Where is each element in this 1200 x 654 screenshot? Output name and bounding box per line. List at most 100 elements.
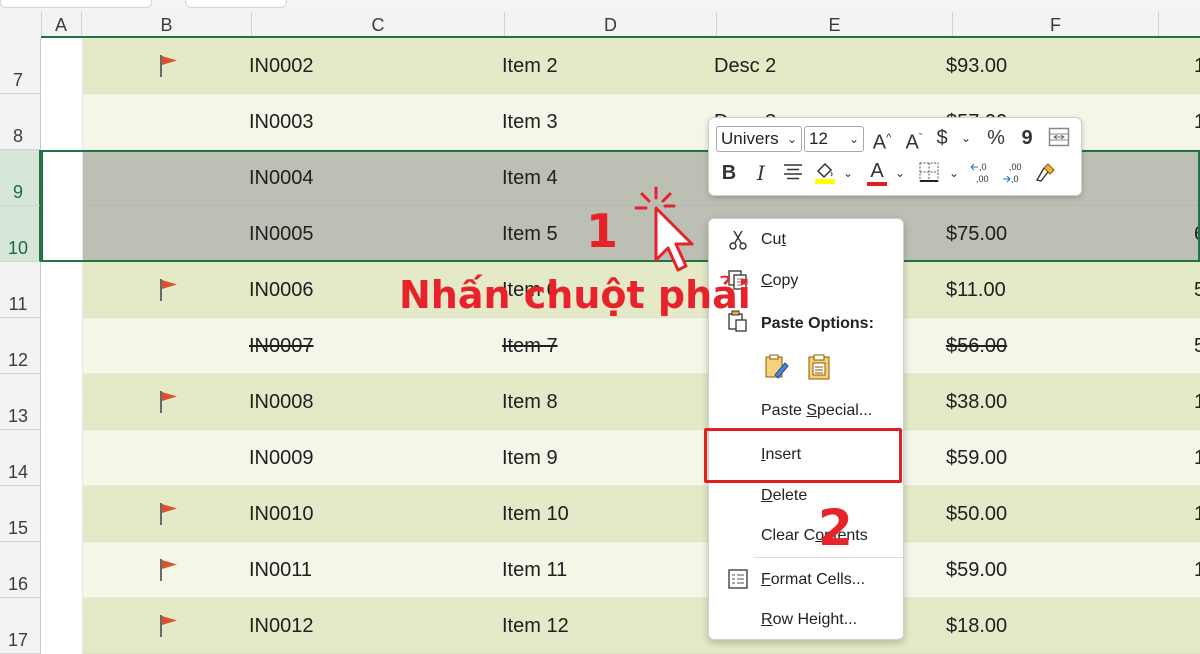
cell-column-g[interactable]: 5 <box>1194 262 1200 318</box>
cell-column-a[interactable] <box>41 542 83 598</box>
cell-column-a[interactable] <box>41 262 83 318</box>
cell-column-a[interactable] <box>41 318 83 374</box>
cell-column-g[interactable]: 1 <box>1194 542 1200 598</box>
cell-id[interactable]: IN0010 <box>249 486 314 542</box>
cell-price[interactable]: $18.00 <box>946 598 1007 654</box>
cell-column-g[interactable]: 1 <box>1194 430 1200 486</box>
menu-item-paste-special[interactable]: Paste Special... <box>761 402 872 420</box>
cell-column-g[interactable]: 1 <box>1194 38 1200 94</box>
table-row[interactable]: IN0002 Item 2 Desc 2 $93.00 1 <box>41 38 1200 94</box>
paste-formatting-icon[interactable] <box>763 353 791 381</box>
row-header[interactable]: 11 <box>0 262 41 318</box>
cell-id[interactable]: IN0002 <box>249 38 314 94</box>
cell-column-g[interactable]: 5 <box>1194 318 1200 374</box>
chevron-down-icon[interactable]: ⌄ <box>959 125 973 151</box>
row-header[interactable]: 7 <box>0 38 41 94</box>
cell-column-a[interactable] <box>41 430 83 486</box>
cell-item[interactable]: Item 9 <box>502 430 558 486</box>
table-row[interactable]: IN0009 Item 9 $59.00 1 <box>41 430 1200 486</box>
chevron-down-icon[interactable]: ⌄ <box>841 160 855 186</box>
fill-color-button[interactable] <box>813 159 837 192</box>
column-header-d[interactable]: D <box>505 12 717 38</box>
column-header-c[interactable]: C <box>252 12 505 38</box>
paste-values-icon[interactable] <box>805 353 833 381</box>
table-row[interactable]: IN0008 Item 8 $38.00 1 <box>41 374 1200 430</box>
cell-item[interactable]: Item 4 <box>502 150 558 206</box>
cell-column-g[interactable]: 1 <box>1194 94 1200 150</box>
cell-column-a[interactable] <box>41 94 83 150</box>
cell-id[interactable]: IN0008 <box>249 374 314 430</box>
cell-price[interactable]: $59.00 <box>946 542 1007 598</box>
grow-font-button[interactable]: A^ <box>870 125 894 156</box>
chevron-down-icon[interactable]: ⌄ <box>893 160 907 186</box>
row-header[interactable]: 8 <box>0 94 41 150</box>
cell-price[interactable]: $56.00 <box>946 318 1007 374</box>
row-header[interactable]: 17 <box>0 598 41 654</box>
sheet-tab-stub[interactable] <box>185 0 287 8</box>
percent-style-button[interactable]: % <box>983 125 1009 151</box>
bold-button[interactable]: B <box>719 160 739 186</box>
menu-item-copy[interactable]: Copy <box>761 272 798 290</box>
row-header[interactable]: 16 <box>0 542 41 598</box>
cell-price[interactable]: $59.00 <box>946 430 1007 486</box>
row-header[interactable]: 12 <box>0 318 41 374</box>
row-header[interactable]: 9 <box>0 150 41 206</box>
table-row[interactable]: IN0011 Item 11 $59.00 1 <box>41 542 1200 598</box>
cell-id[interactable]: IN0009 <box>249 430 314 486</box>
table-row[interactable]: IN0012 Item 12 $18.00 <box>41 598 1200 654</box>
cell-item[interactable]: Item 8 <box>502 374 558 430</box>
font-size-dropdown[interactable]: 12 ⌄ <box>804 126 864 152</box>
row-header[interactable]: 13 <box>0 374 41 430</box>
table-row[interactable]: IN0007 Item 7 $56.00 5 <box>41 318 1200 374</box>
italic-button[interactable]: I <box>751 160 771 186</box>
shrink-font-button[interactable]: Aˇ <box>902 125 926 156</box>
column-header-a[interactable]: A <box>41 12 82 38</box>
cell-price[interactable]: $93.00 <box>946 38 1007 94</box>
cell-id[interactable]: IN0005 <box>249 206 314 262</box>
cell-column-a[interactable] <box>41 38 83 94</box>
cell-id[interactable]: IN0007 <box>249 318 314 374</box>
decrease-decimal-button[interactable]: ,00,0 <box>1001 161 1029 192</box>
cell-item[interactable]: Item 7 <box>502 318 558 374</box>
cell-column-a[interactable] <box>41 598 83 654</box>
column-header-e[interactable]: E <box>717 12 953 38</box>
cell-item[interactable]: Item 12 <box>502 598 569 654</box>
menu-item-delete[interactable]: Delete <box>761 487 807 505</box>
row-header[interactable]: 14 <box>0 430 41 486</box>
row-header[interactable]: 15 <box>0 486 41 542</box>
cell-price[interactable]: $38.00 <box>946 374 1007 430</box>
increase-decimal-button[interactable]: ,0,00 <box>969 161 997 192</box>
format-painter-button[interactable] <box>1033 160 1059 191</box>
table-row[interactable]: IN0010 Item 10 $50.00 1 <box>41 486 1200 542</box>
cell-item[interactable]: Item 10 <box>502 486 569 542</box>
cell-column-g[interactable]: 1 <box>1194 374 1200 430</box>
cell-price[interactable]: $50.00 <box>946 486 1007 542</box>
comma-style-button[interactable]: 9 <box>1017 125 1037 151</box>
table-row[interactable]: IN0005 Item 5 $75.00 6 <box>41 206 1200 262</box>
center-align-button[interactable] <box>781 161 805 190</box>
font-name-dropdown[interactable]: Univers ⌄ <box>716 126 802 152</box>
cell-column-g[interactable]: 1 <box>1194 486 1200 542</box>
borders-button[interactable] <box>917 161 941 190</box>
menu-item-format-cells[interactable]: Format Cells... <box>761 571 865 589</box>
cell-price[interactable]: $11.00 <box>946 262 1006 318</box>
cell-id[interactable]: IN0011 <box>249 542 312 598</box>
cell-id[interactable]: IN0006 <box>249 262 314 318</box>
cell-column-g[interactable]: 6 <box>1194 206 1200 262</box>
cell-column-a[interactable] <box>41 486 83 542</box>
chevron-down-icon[interactable]: ⌄ <box>947 160 961 186</box>
cell-item[interactable]: Item 5 <box>502 206 558 262</box>
sheet-tab-stub[interactable] <box>0 0 152 8</box>
cell-id[interactable]: IN0004 <box>249 150 314 206</box>
column-header-b[interactable]: B <box>82 12 252 38</box>
menu-item-cut[interactable]: Cut <box>761 231 786 249</box>
font-color-button[interactable]: A <box>865 158 889 186</box>
cell-item[interactable]: Item 2 <box>502 38 558 94</box>
accounting-format-button[interactable]: $ <box>932 125 952 151</box>
cell-item[interactable]: Item 11 <box>502 542 567 598</box>
cell-item[interactable]: Item 3 <box>502 94 558 150</box>
cell-column-a[interactable] <box>41 150 83 206</box>
cell-id[interactable]: IN0003 <box>249 94 314 150</box>
cell-desc[interactable]: Desc 2 <box>714 38 776 94</box>
select-all-corner[interactable] <box>0 12 42 38</box>
